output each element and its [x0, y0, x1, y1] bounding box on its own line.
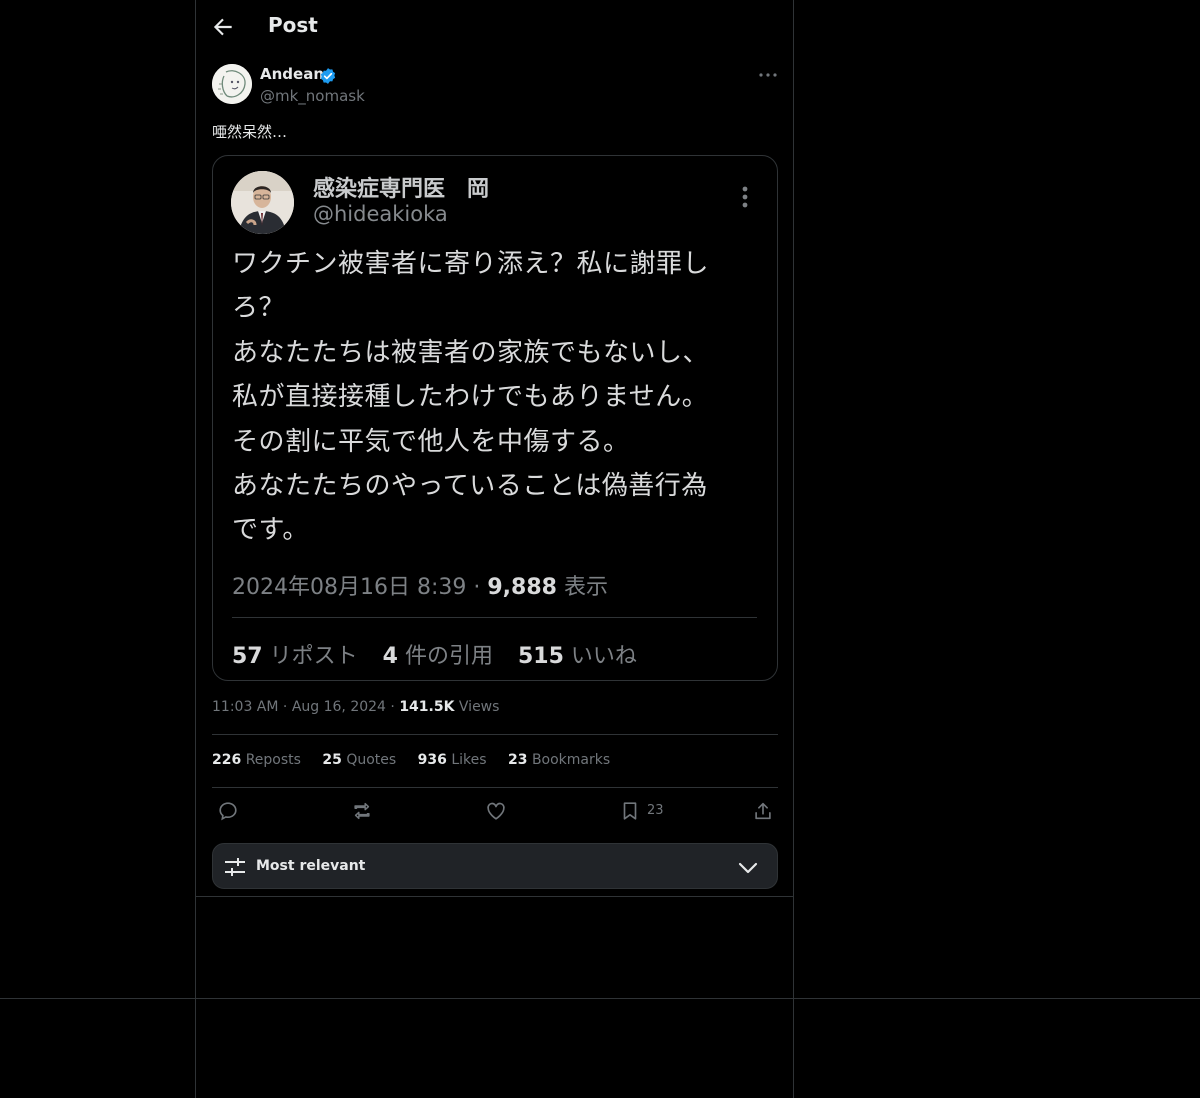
quoted-reposts-count: 57 [232, 644, 263, 669]
person-avatar-icon [231, 171, 294, 234]
author-name[interactable]: Andean [260, 65, 324, 83]
avatar-icon [212, 64, 252, 104]
likes-link[interactable]: 936 Likes [418, 752, 487, 768]
quoted-avatar [231, 171, 294, 234]
quoted-reposts-label: リポスト [269, 644, 358, 669]
quoted-body-line: ろ？ [232, 293, 286, 324]
quotes-count: 25 [322, 752, 342, 768]
repost-button[interactable] [351, 800, 373, 822]
main-column: Post Andean @mk_nomask 唖然呆然… 感染症専門医 岡 @h… [195, 0, 794, 1098]
bookmarks-count: 23 [508, 752, 528, 768]
quoted-divider [232, 617, 757, 618]
quoted-body-line: あなたたちは被害者の家族でもないし、 [232, 337, 710, 368]
quoted-more-icon [742, 186, 748, 208]
divider [196, 896, 793, 897]
divider [212, 787, 778, 788]
quoted-body-line: 私が直接接種したわけでもありません。 [232, 382, 709, 413]
post-text: 唖然呆然… [212, 123, 288, 141]
author-handle[interactable]: @mk_nomask [260, 87, 365, 105]
quoted-likes-label: いいね [570, 644, 637, 669]
reply-icon [219, 802, 237, 821]
quoted-author-name: 感染症専門医 岡 [313, 177, 490, 202]
likes-count: 936 [417, 752, 447, 768]
quoted-body: ワクチン被害者に寄り添え？私に謝罪し ろ？ あなたたちは被害者の家族でもないし、… [232, 242, 752, 553]
quoted-views-count: 9,888 [487, 575, 557, 600]
back-arrow-icon [213, 18, 232, 36]
post-timestamp: 11:03 AM · Aug 16, 2024 · 141.5K Views [212, 699, 500, 715]
quotes-link[interactable]: 25 Quotes [322, 752, 396, 768]
reposts-link[interactable]: 226 Reposts [212, 752, 301, 768]
views-label: Views [458, 699, 500, 715]
share-icon [755, 802, 771, 820]
like-icon [487, 802, 505, 820]
reposts-count: 226 [212, 752, 242, 768]
header: Post [196, 0, 793, 54]
quoted-body-line: ワクチン被害者に寄り添え？私に謝罪し [232, 249, 710, 279]
quoted-quotes-label: 件の引用 [404, 644, 493, 669]
bookmark-icon [623, 802, 637, 820]
quoted-meta: 2024年08月16日 8:39 · 9,888 表示 [232, 569, 608, 601]
quoted-author-handle: @hideakioka [313, 202, 448, 226]
quoted-body-line: です。 [232, 515, 309, 546]
sort-label: Most relevant [256, 858, 366, 874]
quotes-label: Quotes [346, 752, 397, 768]
filter-sliders-icon [225, 858, 245, 876]
bookmark-count: 23 [647, 803, 664, 818]
quoted-datetime: 2024年08月16日 8:39 [232, 575, 467, 600]
bookmark-button[interactable]: 23 [619, 800, 664, 822]
repost-icon [354, 802, 370, 820]
post-date[interactable]: Aug 16, 2024 [292, 699, 386, 715]
views-count: 141.5K [399, 699, 455, 715]
engagement-counts: 226 Reposts 25 Quotes 936 Likes 23 Bookm… [212, 752, 627, 768]
quoted-stats: 57 リポスト 4 件の引用 515 いいね [232, 638, 655, 670]
share-button[interactable] [752, 800, 774, 822]
chevron-down-icon [738, 862, 758, 874]
reply-button[interactable] [217, 800, 239, 822]
likes-label: Likes [451, 752, 487, 768]
verified-badge-icon [320, 68, 336, 84]
sort-replies-dropdown[interactable]: Most relevant [212, 843, 778, 889]
quoted-body-line: あなたたちのやっていることは偽善行為 [232, 471, 708, 502]
quoted-quotes-count: 4 [382, 644, 398, 669]
quoted-separator: · [473, 575, 481, 600]
post-time[interactable]: 11:03 AM [212, 699, 278, 715]
bookmarks-label: Bookmarks [531, 752, 611, 768]
bookmarks-link[interactable]: 23 Bookmarks [508, 752, 610, 768]
quoted-likes-count: 515 [517, 644, 564, 669]
divider [212, 734, 778, 735]
more-options-icon[interactable] [756, 66, 780, 84]
reposts-label: Reposts [245, 752, 301, 768]
back-button[interactable] [210, 14, 236, 40]
author-avatar[interactable] [212, 64, 252, 104]
embedded-screenshot[interactable]: 感染症専門医 岡 @hideakioka ワクチン被害者に寄り添え？私に謝罪し … [212, 155, 778, 681]
like-button[interactable] [485, 800, 507, 822]
page-title: Post [268, 13, 318, 37]
quoted-views-label: 表示 [563, 575, 608, 600]
divider [0, 998, 1200, 999]
quoted-body-line: その割に平気で他人を中傷する。 [232, 426, 630, 457]
